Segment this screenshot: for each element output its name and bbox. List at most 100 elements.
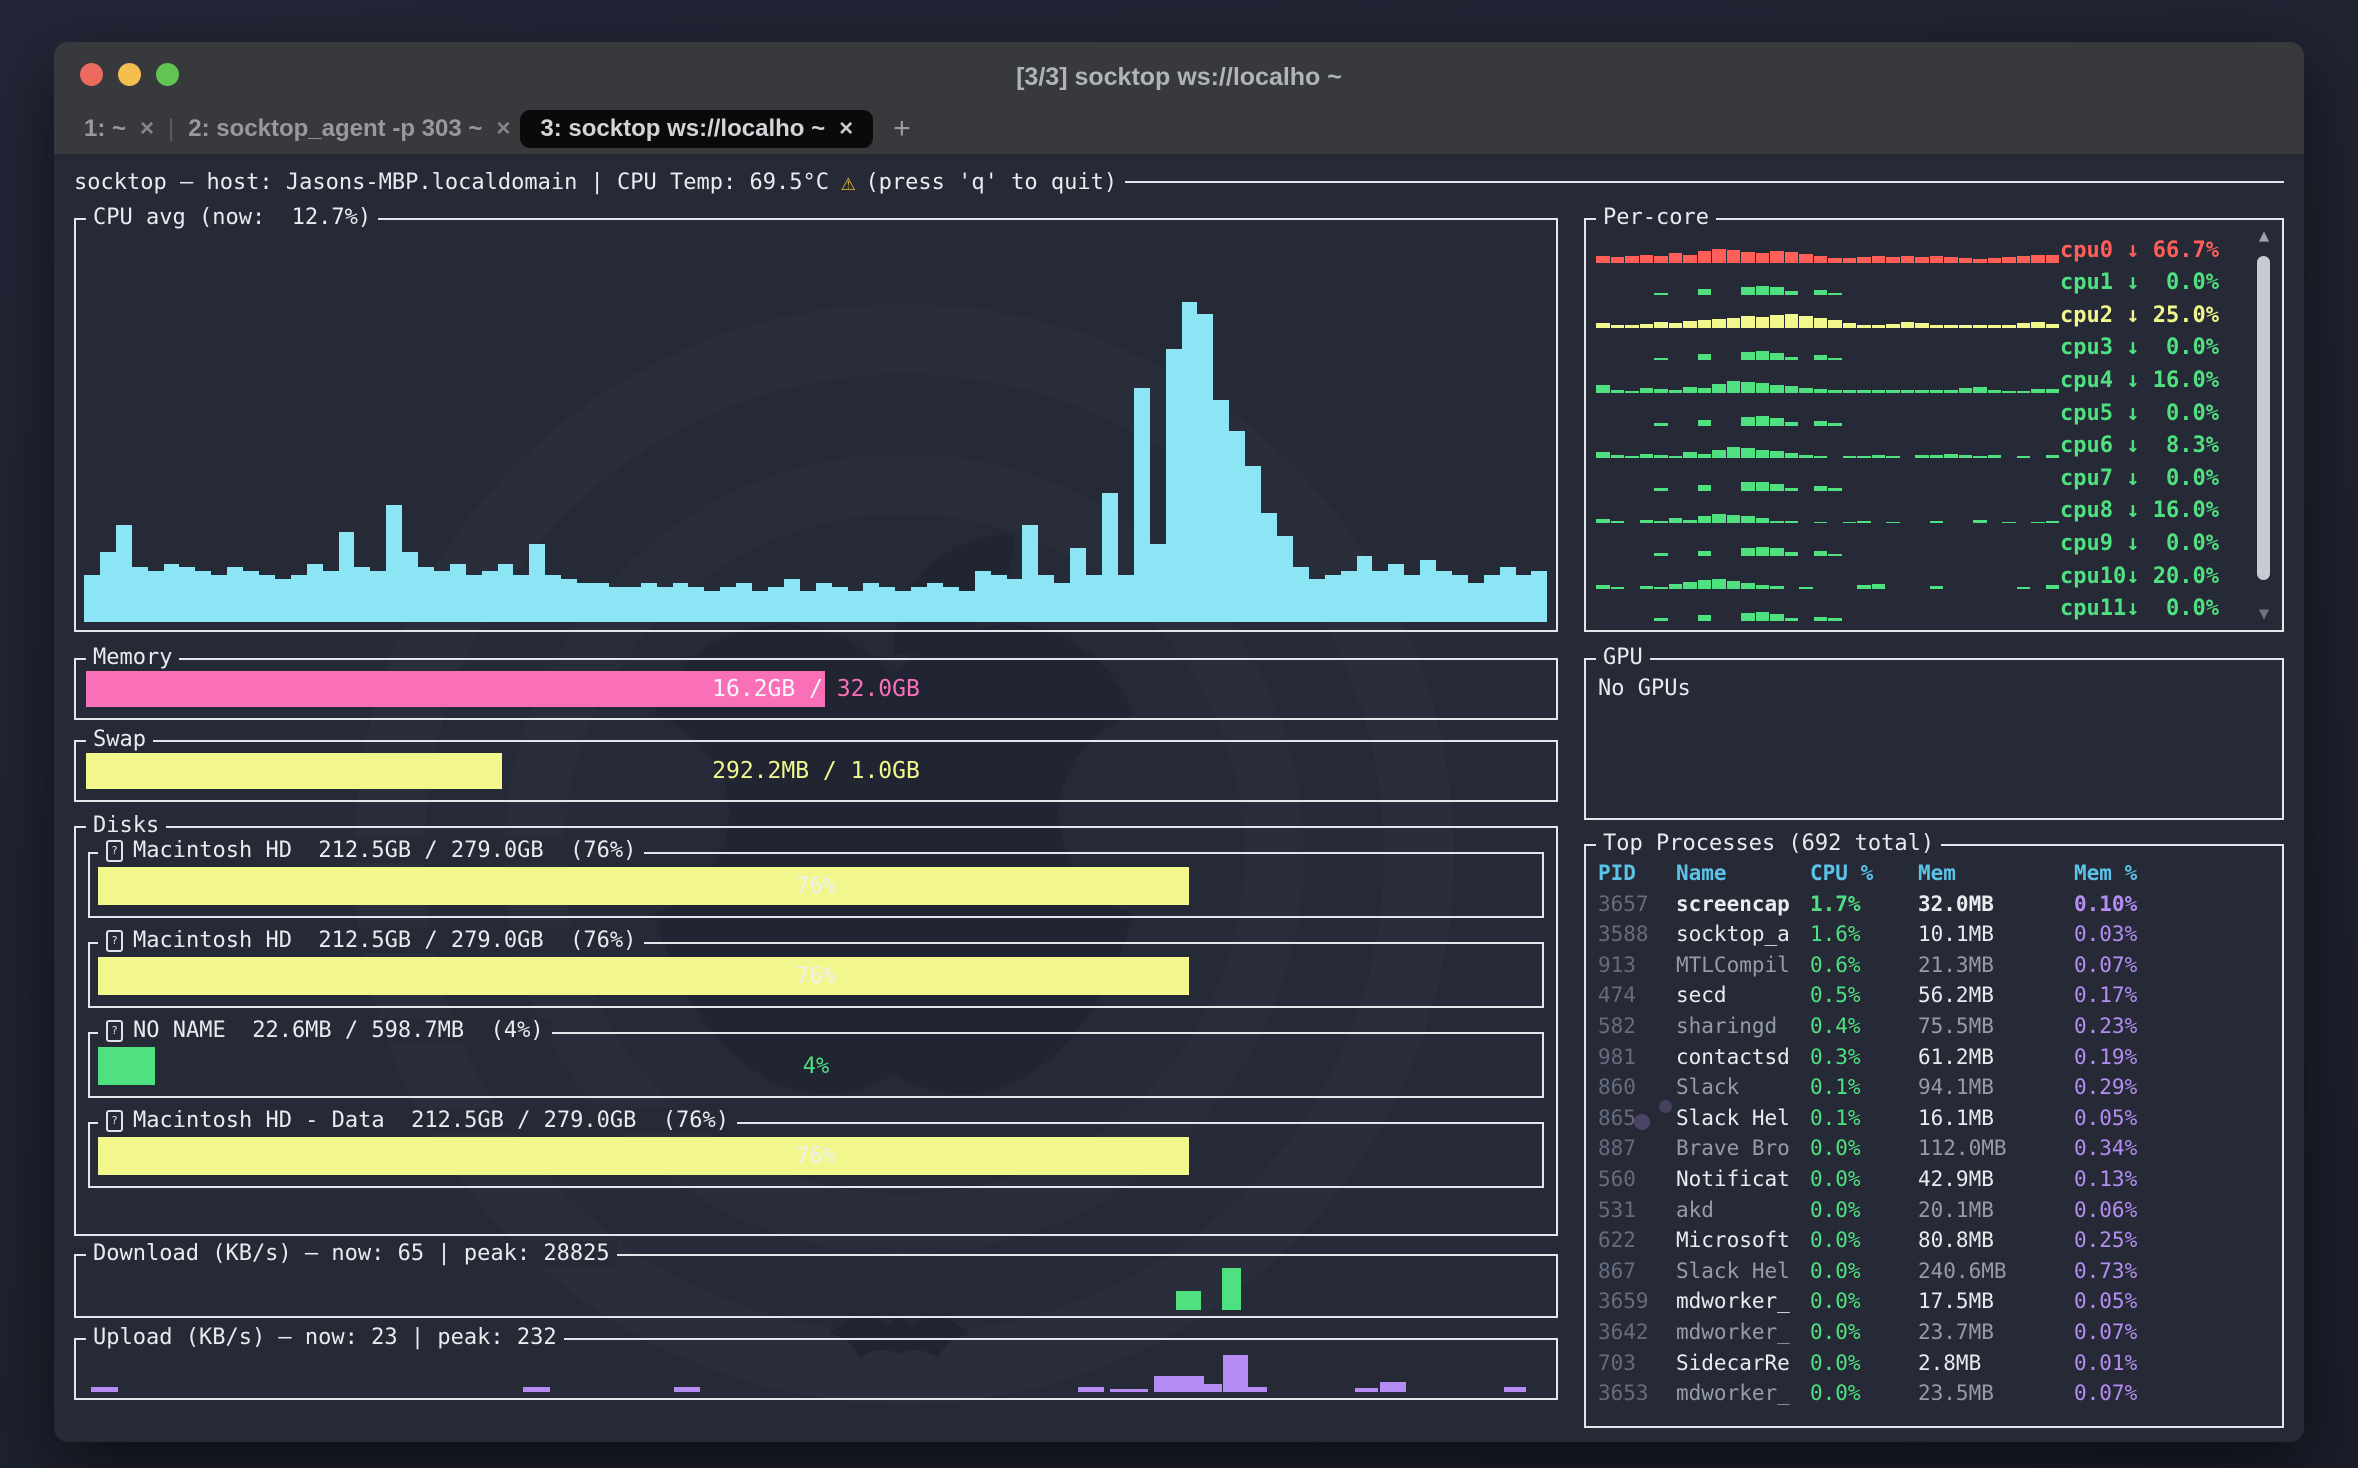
cpu-avg-bar	[211, 575, 227, 622]
cpu-avg-panel-title: CPU avg (now: 12.7%)	[86, 205, 378, 231]
process-row[interactable]: 3642mdworker_0.0%23.7MB0.07%	[1598, 1317, 2274, 1348]
process-row[interactable]: 860Slack0.1%94.1MB0.29%	[1598, 1072, 2274, 1103]
process-pid: 582	[1598, 1011, 1662, 1042]
process-row[interactable]: 3657screencap1.7%32.0MB0.10%	[1598, 889, 2274, 920]
disk-item: ?Macintosh HD 212.5GB / 279.0GB (76%)76%	[88, 942, 1544, 1008]
per-core-scrollbar[interactable]: ▲ ▼	[2252, 224, 2276, 626]
status-header: socktop — host: Jasons-MBP.localdomain |…	[74, 168, 2284, 196]
sparkline-bar	[2017, 456, 2031, 458]
process-row[interactable]: 865Slack Hel0.1%16.1MB0.05%	[1598, 1103, 2274, 1134]
sparkline-bar	[1596, 585, 1610, 588]
column-header[interactable]: Mem %	[2074, 858, 2274, 889]
per-core-row: cpu10↓ 20.0%	[1596, 556, 2238, 589]
process-mempct: 0.07%	[2074, 1317, 2274, 1348]
cpu-avg-bar	[1086, 575, 1102, 622]
process-pid: 865	[1598, 1103, 1662, 1134]
process-mem: 61.2MB	[1918, 1042, 2060, 1073]
tab-2-close-icon[interactable]: ×	[496, 115, 510, 143]
sparkline-bar	[2017, 391, 2031, 393]
upload-bar	[523, 1387, 549, 1392]
per-core-row: cpu6 ↓ 8.3%	[1596, 426, 2238, 459]
process-mem: 42.9MB	[1918, 1164, 2060, 1195]
sparkline-bar	[1698, 551, 1712, 556]
tab-2[interactable]: 2: socktop_agent -p 303 ~ ×	[178, 111, 520, 147]
process-name: akd	[1676, 1195, 1796, 1226]
process-row[interactable]: 867Slack Hel0.0%240.6MB0.73%	[1598, 1256, 2274, 1287]
process-row[interactable]: 474secd0.5%56.2MB0.17%	[1598, 980, 2274, 1011]
cpu-avg-bar	[768, 587, 784, 622]
cpu-avg-bar	[1277, 536, 1293, 622]
process-mempct: 0.10%	[2074, 889, 2274, 920]
tab-3-label: 3: socktop ws://localho ~	[540, 115, 825, 143]
tab-3-close-icon[interactable]: ×	[839, 115, 853, 143]
process-name: contactsd	[1676, 1042, 1796, 1073]
cpu-avg-bar	[1118, 575, 1134, 622]
disks-panel-title: Disks	[86, 813, 166, 839]
sparkline-bar	[1770, 385, 1784, 393]
process-name: Notificat	[1676, 1164, 1796, 1195]
gpu-status-text: No GPUs	[1586, 660, 2282, 701]
cpu-avg-bar	[863, 583, 879, 622]
tab-3-active[interactable]: 3: socktop ws://localho ~ ×	[520, 110, 873, 148]
upload-bar	[91, 1387, 117, 1392]
per-core-label: cpu7 ↓ 0.0%	[2060, 466, 2238, 491]
sparkline-bar	[1828, 320, 1842, 328]
memory-usage-label: 16.2GB / 32.0GB	[86, 671, 1546, 707]
per-core-sparkline	[1596, 464, 2060, 491]
disk-icon: ?	[106, 840, 123, 862]
cpu-avg-bar	[1452, 575, 1468, 622]
gpu-panel: GPU No GPUs	[1584, 658, 2284, 820]
column-header[interactable]: Name	[1676, 858, 1796, 889]
sparkline-bar	[1930, 455, 1944, 458]
sparkline-bar	[1886, 257, 1900, 262]
swap-usage-label: 292.2MB / 1.0GB	[86, 753, 1546, 789]
sparkline-bar	[1886, 522, 1900, 524]
process-row[interactable]: 3653mdworker_0.0%23.5MB0.07%	[1598, 1378, 2274, 1409]
process-table: PID Name CPU % Mem Mem %3657screencap1.7%32.…	[1598, 858, 2274, 1420]
column-header[interactable]: PID	[1598, 858, 1662, 889]
sparkline-bar	[2017, 323, 2031, 327]
sparkline-bar	[1683, 520, 1697, 524]
process-row[interactable]: 582sharingd0.4%75.5MB0.23%	[1598, 1011, 2274, 1042]
process-row[interactable]: 981contactsd0.3%61.2MB0.19%	[1598, 1042, 2274, 1073]
disk-item: ?Macintosh HD - Data 212.5GB / 279.0GB (…	[88, 1122, 1544, 1188]
cpu-avg-bar	[991, 575, 1007, 622]
sparkline-bar	[1712, 249, 1726, 263]
scroll-up-icon[interactable]: ▲	[2252, 226, 2276, 246]
process-row[interactable]: 887Brave Bro0.0%112.0MB0.34%	[1598, 1133, 2274, 1164]
cpu-avg-bar	[1022, 525, 1038, 623]
process-row[interactable]: 3588socktop_a1.6%10.1MB0.03%	[1598, 919, 2274, 950]
tab-1-close-icon[interactable]: ×	[140, 115, 154, 143]
cpu-avg-bar	[625, 587, 641, 622]
new-tab-button[interactable]: +	[893, 112, 911, 146]
scrollbar-thumb[interactable]	[2257, 256, 2270, 580]
process-name: mdworker_	[1676, 1317, 1796, 1348]
sparkline-bar	[2046, 389, 2060, 393]
per-core-sparkline	[1596, 496, 2060, 523]
process-row[interactable]: 560Notificat0.0%42.9MB0.13%	[1598, 1164, 2274, 1195]
sparkline-bar	[2002, 325, 2016, 328]
cpu-avg-bar	[84, 575, 100, 622]
process-pid: 3642	[1598, 1317, 1662, 1348]
process-row[interactable]: 622Microsoft0.0%80.8MB0.25%	[1598, 1225, 2274, 1256]
disk-icon: ?	[106, 1110, 123, 1132]
per-core-sparkline	[1596, 333, 2060, 360]
process-pid: 867	[1598, 1256, 1662, 1287]
sparkline-bar	[1654, 618, 1668, 621]
process-row[interactable]: 913MTLCompil0.6%21.3MB0.07%	[1598, 950, 2274, 981]
process-mem: 23.7MB	[1918, 1317, 2060, 1348]
column-header[interactable]: CPU %	[1810, 858, 1904, 889]
sparkline-bar	[2031, 522, 2045, 524]
cpu-avg-bar	[386, 505, 402, 622]
process-row[interactable]: 531akd0.0%20.1MB0.06%	[1598, 1195, 2274, 1226]
process-row[interactable]: 3659mdworker_0.0%17.5MB0.05%	[1598, 1286, 2274, 1317]
sparkline-bar	[1741, 516, 1755, 523]
sparkline-bar	[1727, 318, 1741, 328]
cpu-avg-bar	[164, 564, 180, 623]
process-cpu: 0.4%	[1810, 1011, 1904, 1042]
tab-1[interactable]: 1: ~ ×	[74, 111, 164, 147]
scroll-down-icon[interactable]: ▼	[2252, 604, 2276, 624]
cpu-avg-bar	[1516, 575, 1532, 622]
process-row[interactable]: 703SidecarRe0.0%2.8MB0.01%	[1598, 1348, 2274, 1379]
column-header[interactable]: Mem	[1918, 858, 2060, 889]
